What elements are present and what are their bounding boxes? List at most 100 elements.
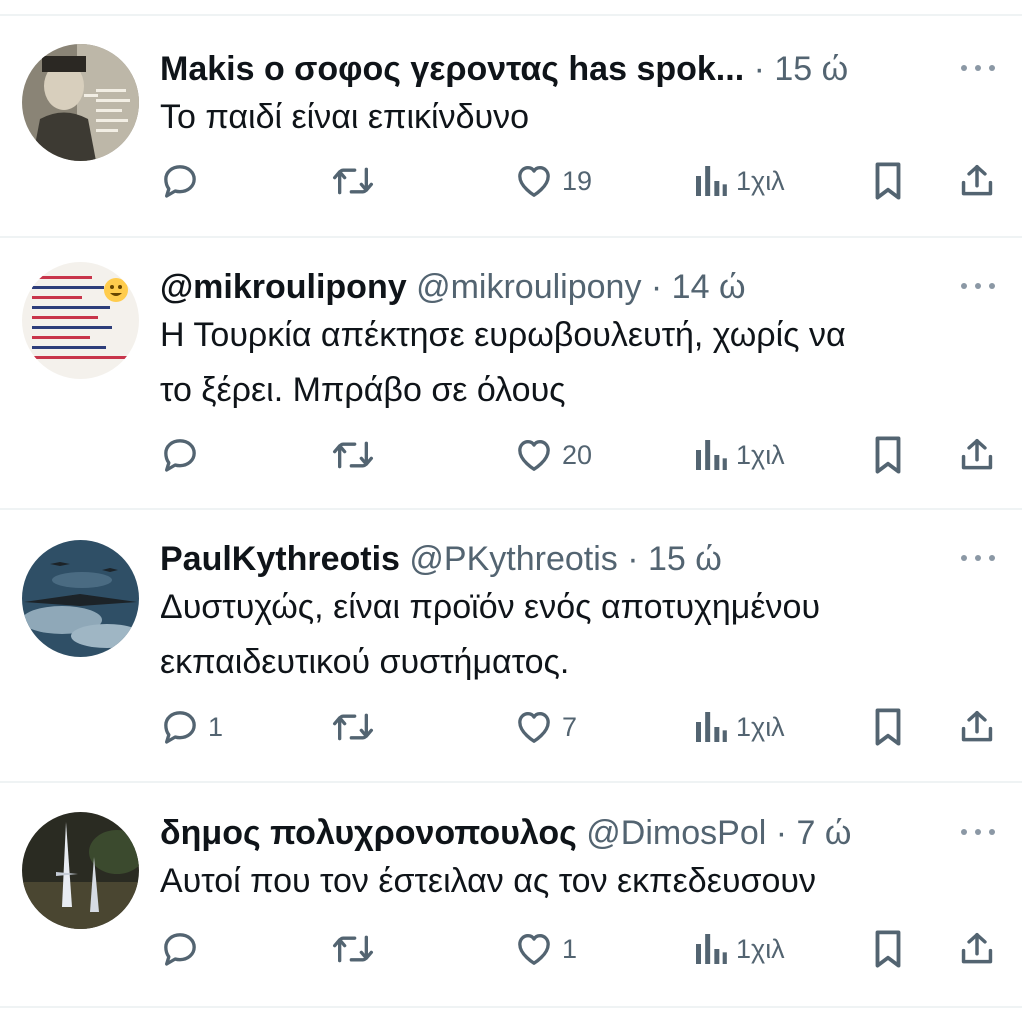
tweet-divider	[0, 236, 1022, 238]
views-button[interactable]: 1χιλ	[694, 704, 785, 750]
avatar-4[interactable]	[22, 812, 139, 929]
views-button[interactable]: 1χιλ	[694, 432, 785, 478]
views-count: 1χιλ	[736, 933, 785, 964]
tweet-text-line: Το παιδί είναι επικίνδυνο	[160, 98, 530, 136]
more-icon[interactable]	[958, 546, 998, 570]
share-icon	[961, 165, 993, 196]
bottom-divider	[0, 1006, 1022, 1008]
share-button[interactable]	[958, 158, 996, 204]
like-count: 7	[562, 711, 578, 742]
share-button[interactable]	[958, 926, 996, 972]
like-count: 1	[562, 933, 578, 964]
night-spikes-photo	[22, 812, 139, 929]
author-handle[interactable]: @DimosPol	[586, 814, 766, 852]
reply-button[interactable]	[160, 158, 208, 204]
bookmark-icon	[875, 708, 901, 746]
like-count: 19	[562, 165, 593, 196]
avatar-3[interactable]	[22, 540, 139, 657]
views-icon	[696, 166, 727, 196]
views-count: 1χιλ	[736, 439, 785, 470]
tweet-header: @mikroulipony @mikroulipony · 14 ώ	[160, 262, 950, 312]
retweet-button[interactable]	[330, 704, 376, 750]
tweet-time[interactable]: · 7 ώ	[776, 814, 852, 852]
more-icon[interactable]	[958, 274, 998, 298]
tweet-header: PaulKythreotis @PKythreotis · 15 ώ	[160, 534, 950, 584]
views-count: 1χιλ	[736, 165, 785, 196]
views-count: 1χιλ	[736, 711, 785, 742]
tweet-divider	[0, 508, 1022, 510]
heart-icon	[518, 712, 550, 743]
reply-icon	[164, 711, 196, 744]
tweet-time[interactable]: · 14 ώ	[651, 268, 746, 306]
tweet-text-line: Η Τουρκία απέκτησε ευρωβουλευτή, χωρίς ν…	[160, 316, 846, 354]
reply-icon	[164, 439, 196, 472]
retweet-icon	[332, 167, 373, 195]
tweet-time[interactable]: · 15 ώ	[754, 50, 849, 88]
avatar-1[interactable]	[22, 44, 139, 161]
tweet-actions: 20 1χιλ	[0, 432, 1022, 478]
bookmark-button[interactable]	[870, 926, 906, 972]
reply-icon	[164, 165, 196, 198]
author-name[interactable]: Makis ο σοφος γεροντας has spok...	[160, 50, 744, 88]
heart-icon	[518, 166, 550, 197]
more-icon[interactable]	[958, 820, 998, 844]
share-icon	[961, 711, 993, 742]
retweet-icon	[332, 713, 373, 741]
bookmark-button[interactable]	[870, 704, 906, 750]
tweet-text-line: το ξέρει. Μπράβο σε όλους	[160, 371, 566, 409]
retweet-button[interactable]	[330, 432, 376, 478]
author-name[interactable]: @mikroulipony	[160, 268, 407, 306]
top-divider	[0, 14, 1022, 16]
tweet-time[interactable]: · 15 ώ	[627, 540, 722, 578]
tweet-actions: 1 7 1χιλ	[0, 704, 1022, 750]
share-button[interactable]	[958, 432, 996, 478]
tweet-text: Η Τουρκία απέκτησε ευρωβουλευτή, χωρίς ν…	[160, 308, 990, 418]
reply-button[interactable]	[160, 926, 208, 972]
retweet-icon	[332, 935, 373, 963]
tweet-text: Το παιδί είναι επικίνδυνο	[160, 90, 990, 145]
bookmark-icon	[875, 930, 901, 968]
reply-icon	[164, 933, 196, 966]
tweet-actions: 1 1χιλ	[0, 926, 1022, 972]
more-icon[interactable]	[958, 56, 998, 80]
author-name[interactable]: PaulKythreotis	[160, 540, 400, 578]
tweet-text-line: εκπαιδευτικού συστήματος.	[160, 643, 570, 681]
tweet-text-line: Δυστυχώς, είναι προϊόν ενός αποτυχημένου	[160, 588, 821, 626]
tweet-header: δημος πολυχρονοπουλος @DimosPol · 7 ώ	[160, 808, 950, 858]
views-button[interactable]: 1χιλ	[694, 926, 785, 972]
bookmark-button[interactable]	[870, 432, 906, 478]
tweet-text-line: Αυτοί που τον έστειλαν ας τον εκπεδευσου…	[160, 862, 816, 900]
reply-count: 1	[208, 711, 224, 742]
retweet-icon	[332, 441, 373, 469]
author-handle[interactable]: @mikroulipony	[416, 268, 641, 306]
heart-icon	[518, 440, 550, 471]
like-button[interactable]: 20	[514, 432, 592, 478]
views-icon	[696, 934, 727, 964]
share-icon	[961, 933, 993, 964]
aircraft-sky-photo	[22, 540, 139, 657]
share-button[interactable]	[958, 704, 996, 750]
views-button[interactable]: 1χιλ	[694, 158, 785, 204]
like-button[interactable]: 1	[514, 926, 577, 972]
like-button[interactable]: 7	[514, 704, 577, 750]
author-handle[interactable]: @PKythreotis	[409, 540, 617, 578]
tweet-divider	[0, 781, 1022, 783]
tweet-header: Makis ο σοφος γεροντας has spok... · 15 …	[160, 44, 950, 94]
tweet-text: Δυστυχώς, είναι προϊόν ενός αποτυχημένου…	[160, 580, 990, 690]
bookmark-button[interactable]	[870, 158, 906, 204]
reply-button[interactable]	[160, 432, 208, 478]
man-cigarette-photo	[22, 44, 139, 161]
handwritten-note-photo	[22, 262, 139, 379]
retweet-button[interactable]	[330, 158, 376, 204]
reply-button[interactable]: 1	[160, 704, 223, 750]
tweet-actions: 19 1χιλ	[0, 158, 1022, 204]
heart-icon	[518, 934, 550, 965]
author-name[interactable]: δημος πολυχρονοπουλος	[160, 814, 577, 852]
bookmark-icon	[875, 436, 901, 474]
retweet-button[interactable]	[330, 926, 376, 972]
like-button[interactable]: 19	[514, 158, 592, 204]
tweet-text: Αυτοί που τον έστειλαν ας τον εκπεδευσου…	[160, 854, 990, 909]
share-icon	[961, 439, 993, 470]
like-count: 20	[562, 439, 593, 470]
avatar-2[interactable]	[22, 262, 139, 379]
